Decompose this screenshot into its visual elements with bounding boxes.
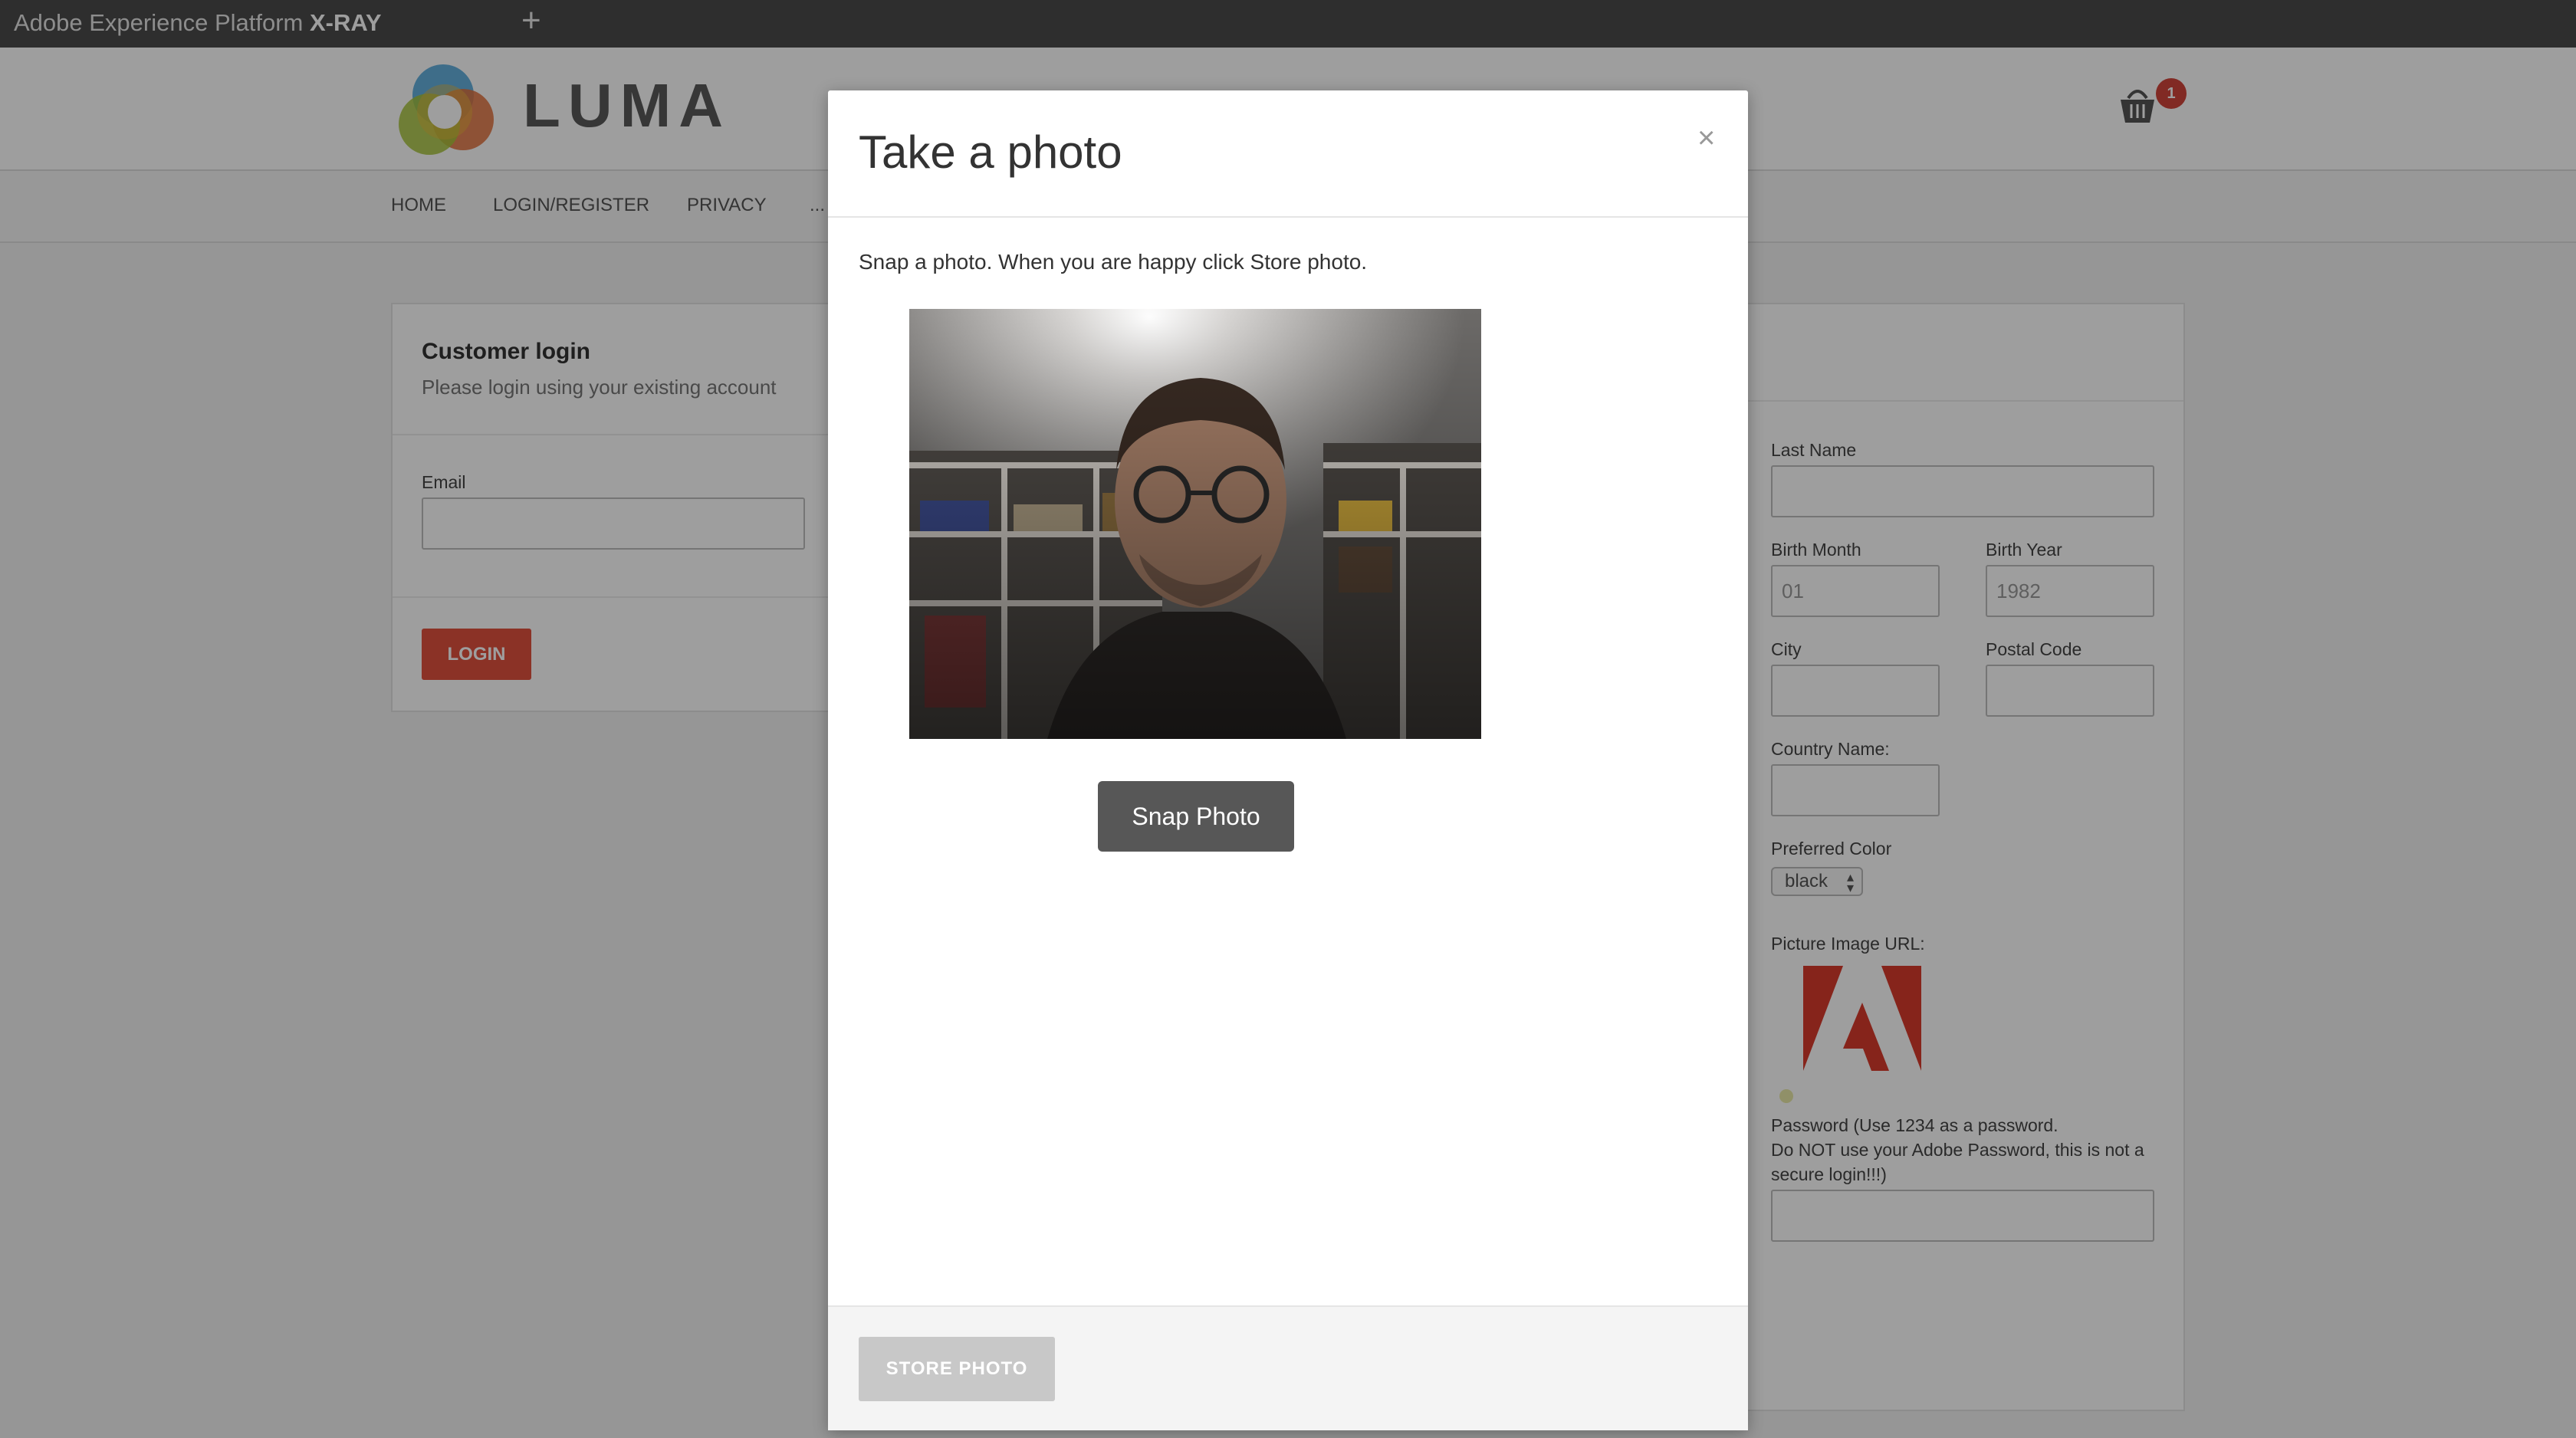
store-photo-button[interactable]: STORE PHOTO (859, 1337, 1055, 1401)
close-icon[interactable]: × (1697, 121, 1715, 156)
take-photo-modal (828, 90, 1748, 1430)
snap-photo-button[interactable]: Snap Photo (1098, 781, 1294, 852)
modal-title: Take a photo (859, 126, 1122, 178)
webcam-preview (909, 309, 1481, 739)
modal-header-divider (828, 216, 1748, 218)
modal-instruction: Snap a photo. When you are happy click S… (859, 250, 1368, 274)
